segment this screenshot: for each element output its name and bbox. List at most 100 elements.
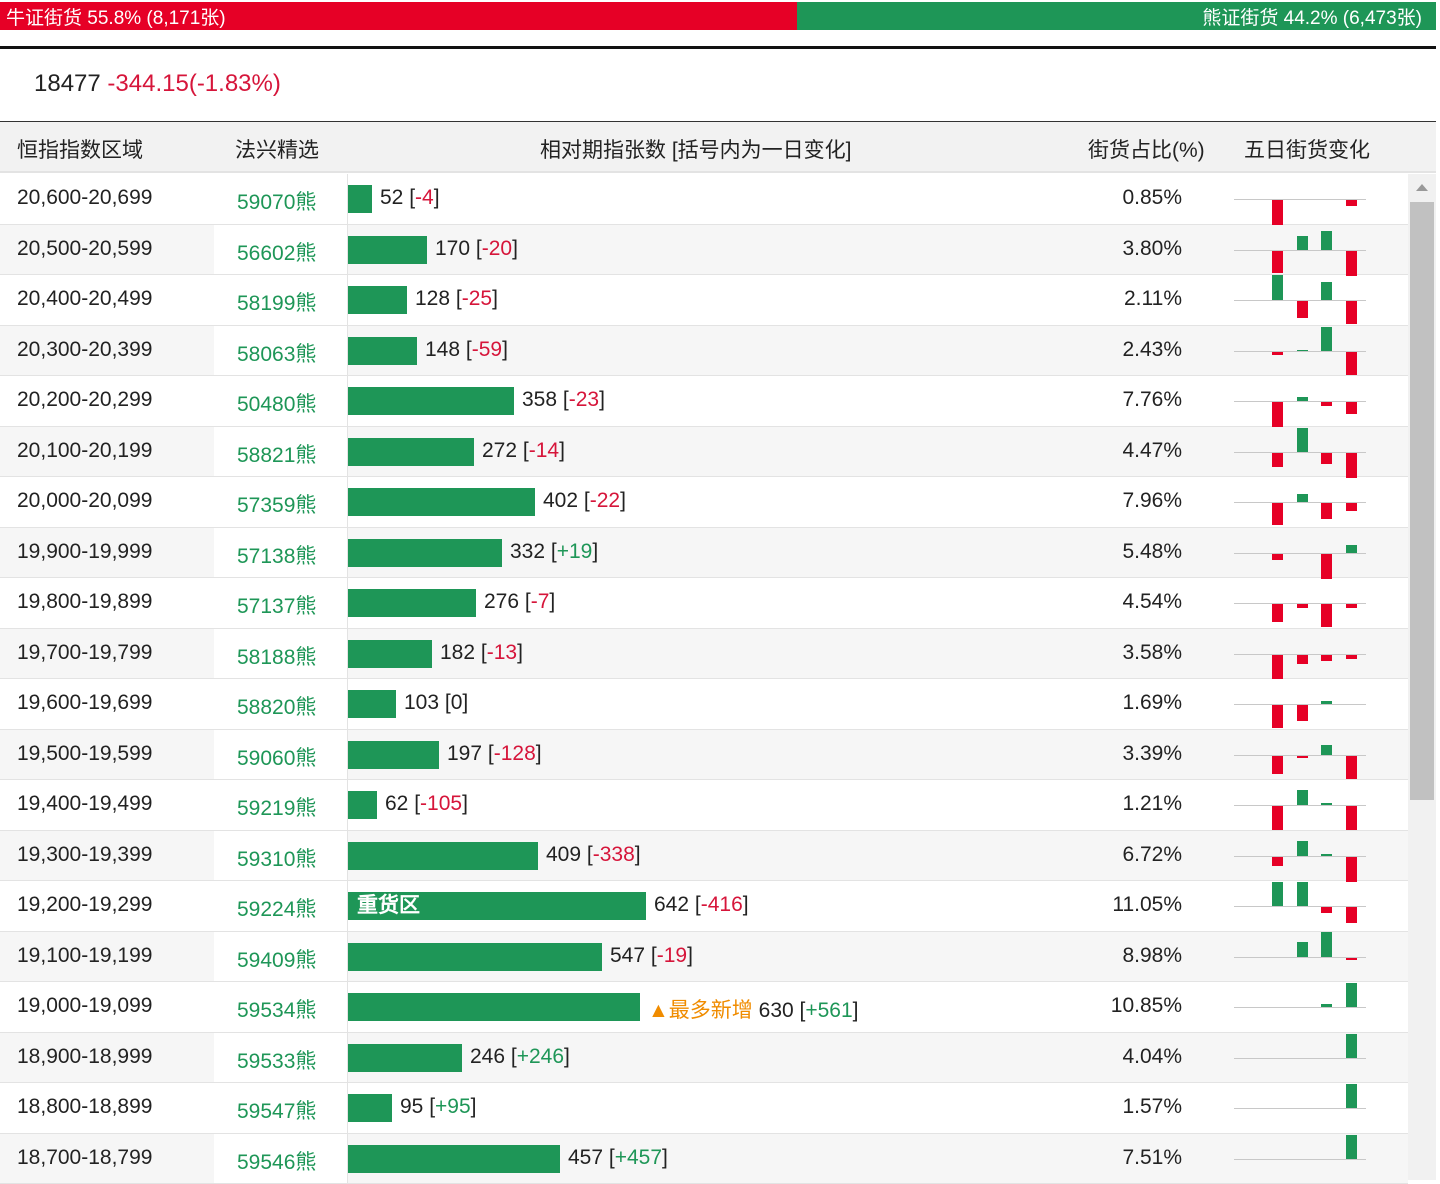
scrollbar[interactable] bbox=[1408, 174, 1436, 1180]
five-day-trend-chart bbox=[1234, 831, 1366, 881]
count-value: 148 [-59] bbox=[425, 338, 508, 362]
five-day-trend-chart bbox=[1234, 780, 1366, 830]
count-change: -23 bbox=[569, 388, 599, 411]
table-row[interactable]: 19,800-19,899 57137熊 276 [-7] 4.54% bbox=[0, 578, 1408, 629]
count-change: +457 bbox=[615, 1146, 662, 1169]
table-row[interactable]: 19,500-19,599 59060熊 197 [-128] 3.39% bbox=[0, 730, 1408, 781]
count-number: 170 bbox=[435, 237, 470, 260]
count-bar bbox=[348, 1044, 462, 1072]
five-day-trend-chart bbox=[1234, 1083, 1366, 1133]
header-trend: 五日街货变化 bbox=[1244, 134, 1370, 164]
count-value: 62 [-105] bbox=[385, 792, 468, 816]
count-number: 272 bbox=[482, 439, 517, 462]
range-cell: 18,800-18,899 bbox=[17, 1095, 152, 1119]
range-cell: 19,700-19,799 bbox=[17, 641, 152, 665]
trend-bar bbox=[1297, 350, 1308, 351]
warrant-code-link[interactable]: 57138熊 bbox=[237, 540, 316, 570]
count-change: -4 bbox=[415, 186, 434, 209]
table-row[interactable]: 19,100-19,199 59409熊 547 [-19] 8.98% bbox=[0, 932, 1408, 983]
table-row[interactable]: 20,100-20,199 58821熊 272 [-14] 4.47% bbox=[0, 427, 1408, 478]
trend-bar bbox=[1297, 655, 1308, 664]
trend-bar bbox=[1321, 907, 1332, 913]
header-count: 相对期指张数 [括号内为一日变化] bbox=[540, 134, 852, 164]
scrollbar-thumb[interactable] bbox=[1410, 202, 1434, 800]
trend-bar bbox=[1297, 841, 1308, 856]
scroll-up-arrow-icon[interactable] bbox=[1416, 184, 1428, 191]
count-change: +95 bbox=[435, 1095, 471, 1118]
warrant-code-link[interactable]: 59070熊 bbox=[237, 186, 316, 216]
trend-bar bbox=[1346, 1034, 1357, 1058]
warrant-code-link[interactable]: 59547熊 bbox=[237, 1095, 316, 1125]
trend-baseline bbox=[1234, 553, 1366, 554]
table-row[interactable]: 20,400-20,499 58199熊 128 [-25] 2.11% bbox=[0, 275, 1408, 326]
count-number: 457 bbox=[568, 1146, 603, 1169]
trend-baseline bbox=[1234, 1108, 1366, 1109]
table-row[interactable]: 20,000-20,099 57359熊 402 [-22] 7.96% bbox=[0, 477, 1408, 528]
warrant-code-link[interactable]: 57359熊 bbox=[237, 489, 316, 519]
table-row[interactable]: 20,300-20,399 58063熊 148 [-59] 2.43% bbox=[0, 326, 1408, 377]
ratio-cell: 11.05% bbox=[1112, 893, 1182, 917]
five-day-trend-chart bbox=[1234, 528, 1366, 578]
ratio-cell: 3.39% bbox=[1122, 742, 1182, 766]
warrant-code-link[interactable]: 57137熊 bbox=[237, 590, 316, 620]
ratio-cell: 10.85% bbox=[1111, 994, 1182, 1018]
table-row[interactable]: 19,600-19,699 58820熊 103 [0] 1.69% bbox=[0, 679, 1408, 730]
table-row[interactable]: 18,900-18,999 59533熊 246 [+246] 4.04% bbox=[0, 1033, 1408, 1084]
warrant-code-link[interactable]: 50480熊 bbox=[237, 388, 316, 418]
warrant-code-link[interactable]: 59219熊 bbox=[237, 792, 316, 822]
count-value: 272 [-14] bbox=[482, 439, 565, 463]
table-row[interactable]: 18,800-18,899 59547熊 95 [+95] 1.57% bbox=[0, 1083, 1408, 1134]
table-row[interactable]: 20,600-20,699 59070熊 52 [-4] 0.85% bbox=[0, 174, 1408, 225]
warrant-code-link[interactable]: 59534熊 bbox=[237, 994, 316, 1024]
table-header: 恒指指数区域 法兴精选 相对期指张数 [括号内为一日变化] 街货占比(%) 五日… bbox=[0, 121, 1436, 173]
trend-bar bbox=[1272, 806, 1283, 830]
table-row[interactable]: 19,700-19,799 58188熊 182 [-13] 3.58% bbox=[0, 629, 1408, 680]
index-quote: 18477 -344.15(-1.83%) bbox=[34, 70, 281, 98]
bear-share: 熊证街货 44.2% (6,473张) bbox=[797, 2, 1436, 30]
table-row[interactable]: 19,400-19,499 59219熊 62 [-105] 1.21% bbox=[0, 780, 1408, 831]
trend-bar bbox=[1321, 231, 1332, 250]
trend-bar bbox=[1346, 402, 1357, 414]
table-row[interactable]: 19,300-19,399 59310熊 409 [-338] 6.72% bbox=[0, 831, 1408, 882]
trend-bar bbox=[1346, 1135, 1357, 1159]
count-number: 642 bbox=[654, 893, 689, 916]
range-cell: 20,500-20,599 bbox=[17, 237, 152, 261]
table-row[interactable]: 20,200-20,299 50480熊 358 [-23] 7.76% bbox=[0, 376, 1408, 427]
trend-bar bbox=[1272, 402, 1283, 427]
trend-bar bbox=[1272, 882, 1283, 906]
count-value: 409 [-338] bbox=[546, 843, 641, 867]
warrant-code-link[interactable]: 59546熊 bbox=[237, 1146, 316, 1176]
range-cell: 19,800-19,899 bbox=[17, 590, 152, 614]
count-bar bbox=[348, 842, 538, 870]
range-cell: 20,300-20,399 bbox=[17, 338, 152, 362]
warrant-code-link[interactable]: 58199熊 bbox=[237, 287, 316, 317]
warrant-code-link[interactable]: 58821熊 bbox=[237, 439, 316, 469]
trend-bar bbox=[1272, 503, 1283, 525]
warrant-code-link[interactable]: 58820熊 bbox=[237, 691, 316, 721]
trend-bar bbox=[1272, 352, 1283, 355]
header-ratio: 街货占比(%) bbox=[1088, 134, 1205, 164]
range-cell: 18,900-18,999 bbox=[17, 1045, 152, 1069]
warrant-code-link[interactable]: 56602熊 bbox=[237, 237, 316, 267]
warrant-code-link[interactable]: 59224熊 bbox=[237, 893, 316, 923]
count-value: 547 [-19] bbox=[610, 944, 693, 968]
table-row[interactable]: 19,000-19,099 59534熊 ▲最多新增 630 [+561] 10… bbox=[0, 982, 1408, 1033]
trend-bar bbox=[1346, 983, 1357, 1007]
trend-bar bbox=[1346, 857, 1357, 882]
five-day-trend-chart bbox=[1234, 982, 1366, 1032]
count-value: 358 [-23] bbox=[522, 388, 605, 412]
trend-bar bbox=[1272, 453, 1283, 467]
warrant-code-link[interactable]: 59310熊 bbox=[237, 843, 316, 873]
trend-bar bbox=[1346, 806, 1357, 830]
warrant-code-link[interactable]: 58188熊 bbox=[237, 641, 316, 671]
most-added-tag: ▲最多新增 bbox=[648, 999, 753, 1022]
table-row[interactable]: 19,900-19,999 57138熊 332 [+19] 5.48% bbox=[0, 528, 1408, 579]
table-row[interactable]: 20,500-20,599 56602熊 170 [-20] 3.80% bbox=[0, 225, 1408, 276]
warrant-code-link[interactable]: 59533熊 bbox=[237, 1045, 316, 1075]
ratio-cell: 7.51% bbox=[1122, 1146, 1182, 1170]
warrant-code-link[interactable]: 58063熊 bbox=[237, 338, 316, 368]
warrant-code-link[interactable]: 59409熊 bbox=[237, 944, 316, 974]
table-row[interactable]: 19,200-19,299 59224熊 重货区 642 [-416] 11.0… bbox=[0, 881, 1408, 932]
table-row[interactable]: 18,700-18,799 59546熊 457 [+457] 7.51% bbox=[0, 1134, 1408, 1184]
warrant-code-link[interactable]: 59060熊 bbox=[237, 742, 316, 772]
